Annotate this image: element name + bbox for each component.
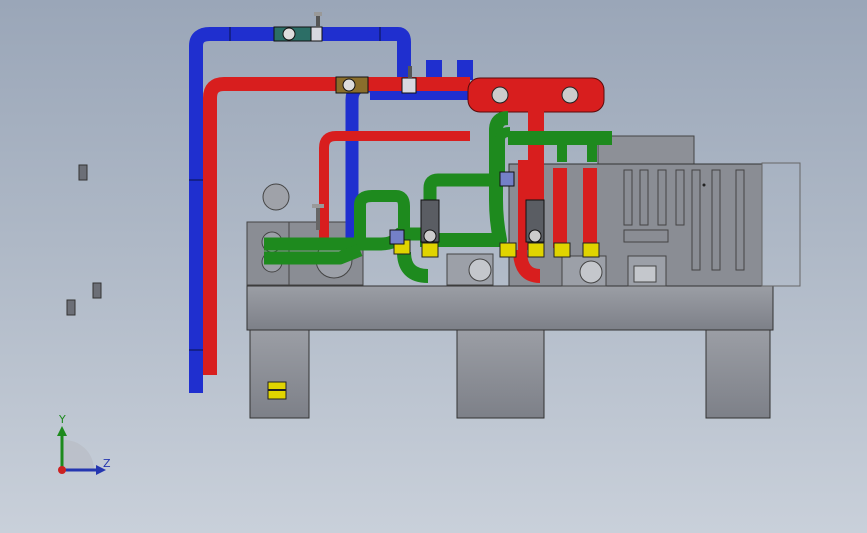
strainer-left (389, 229, 405, 245)
cabinet-outline (761, 162, 801, 287)
loose-bolt (78, 164, 88, 181)
support-leg-middle (456, 329, 545, 419)
axis-z-label: Z (103, 457, 111, 470)
loose-bolt (66, 299, 76, 316)
cad-graphics-area[interactable]: Y Z (0, 0, 867, 533)
loose-bolt (92, 282, 102, 299)
strainer-right (499, 171, 515, 187)
support-leg-left (249, 329, 310, 419)
base-frame (246, 285, 774, 331)
pump-skid-model[interactable] (0, 0, 867, 533)
axis-y-label: Y (59, 413, 66, 426)
support-leg-right (705, 329, 771, 419)
control-cabinet-top (597, 135, 695, 167)
